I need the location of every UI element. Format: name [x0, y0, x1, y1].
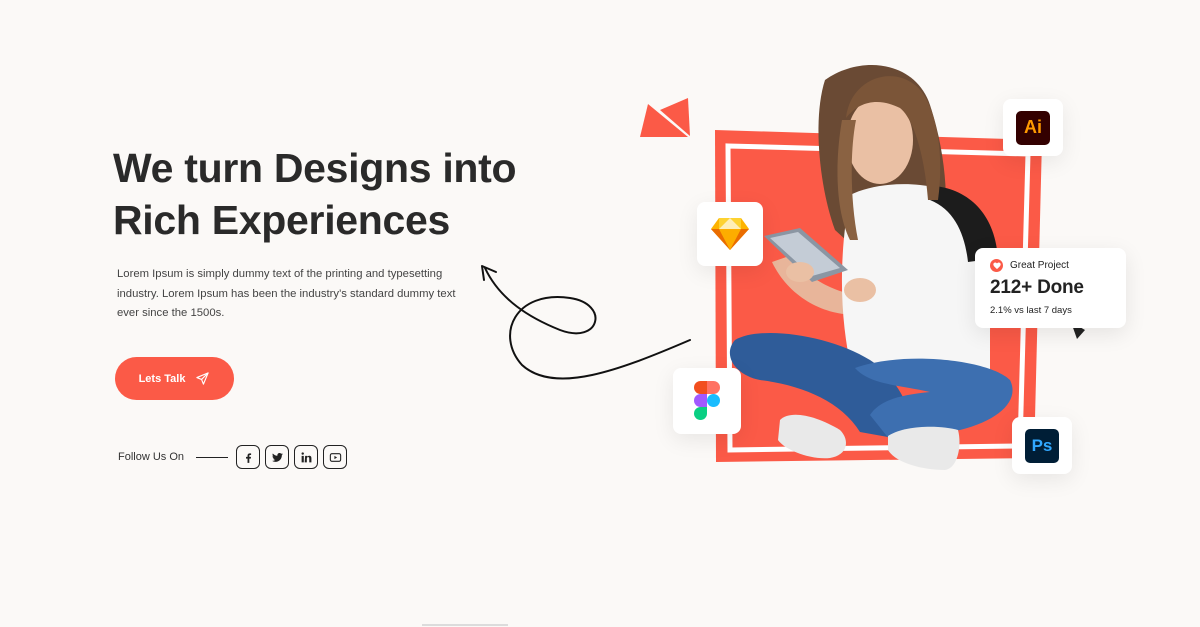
photoshop-icon: Ps	[1025, 428, 1059, 463]
curly-arrow-decoration	[484, 267, 691, 380]
heart-icon	[990, 259, 1003, 272]
photoshop-icon-text: Ps	[1031, 435, 1053, 455]
photoshop-card: Ps	[1012, 417, 1072, 474]
illustrator-icon-text: Ai	[1024, 117, 1042, 137]
figma-icon	[694, 381, 720, 420]
stat-card-value: 212+ Done	[990, 277, 1084, 298]
scroll-indicator	[422, 624, 508, 626]
sketch-card	[697, 202, 763, 266]
illustrator-card: Ai	[1003, 99, 1063, 156]
stat-card-subtext: 2.1% vs last 7 days	[990, 305, 1072, 316]
sketch-icon	[711, 218, 749, 250]
illustrator-icon: Ai	[1016, 110, 1050, 145]
great-project-card: Great Project 212+ Done 2.1% vs last 7 d…	[975, 248, 1126, 328]
stat-card-label: Great Project	[1010, 260, 1069, 271]
figma-card	[673, 368, 741, 434]
stat-card-header: Great Project	[990, 259, 1126, 272]
